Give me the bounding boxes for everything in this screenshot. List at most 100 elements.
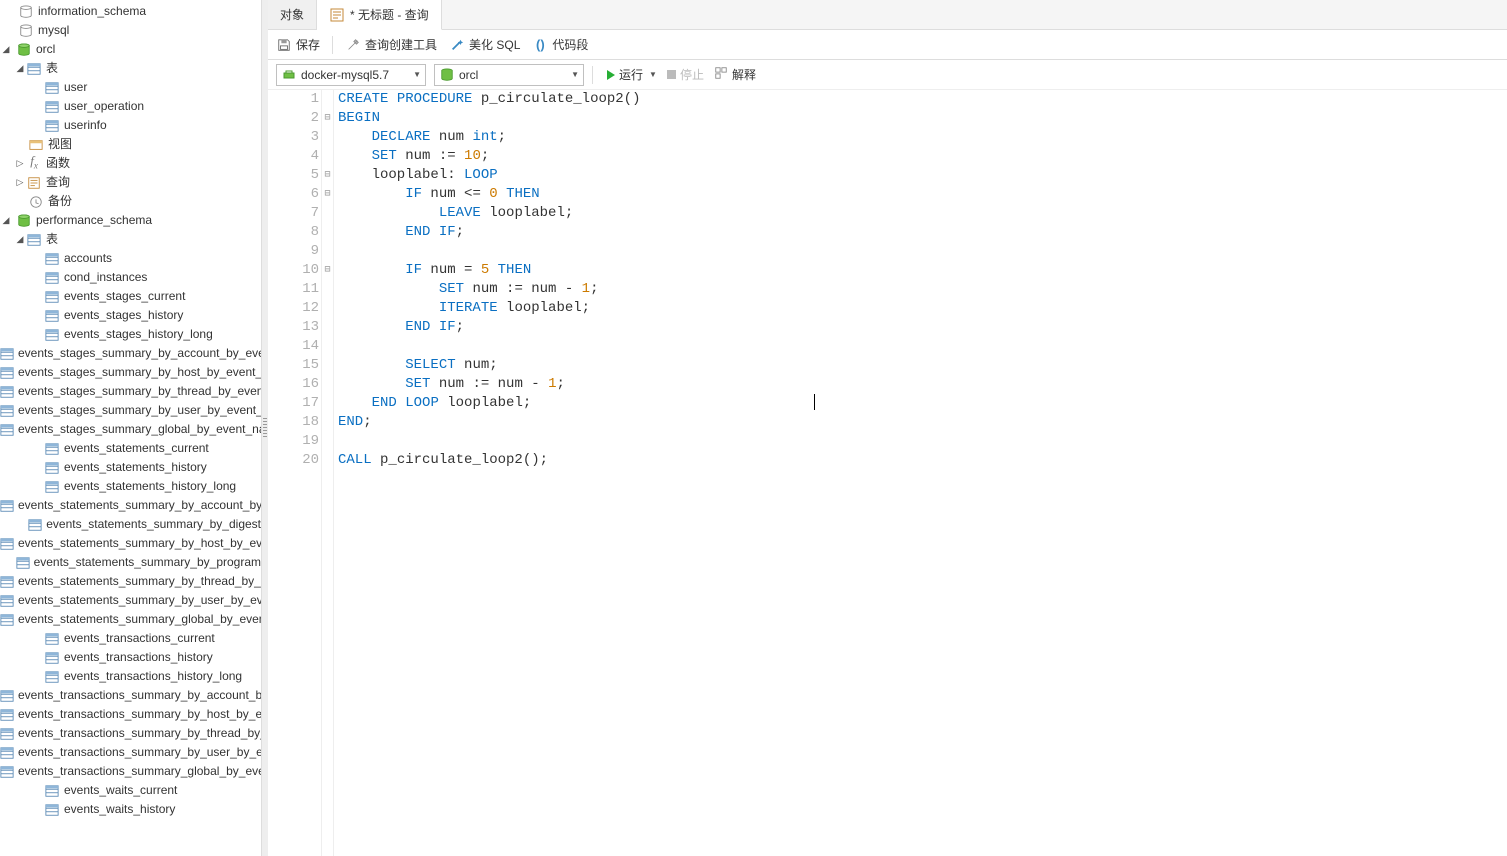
sidebar-table-item[interactable]: events_waits_history — [0, 800, 261, 819]
sidebar-table-user-operation[interactable]: user_operation — [0, 97, 261, 116]
tab-query[interactable]: * 无标题 - 查询 — [317, 0, 442, 30]
separator — [592, 66, 593, 84]
sidebar-table-item[interactable]: events_waits_current — [0, 781, 261, 800]
table-icon — [0, 346, 14, 362]
sidebar-item-label: events_stages_summary_by_account_by_even… — [18, 344, 261, 363]
sidebar-table-item[interactable]: events_stages_summary_by_thread_by_event… — [0, 382, 261, 401]
sidebar-table-item[interactable]: events_statements_current — [0, 439, 261, 458]
sidebar-table-item[interactable]: events_statements_summary_by_thread_by_e… — [0, 572, 261, 591]
sidebar-item-label: mysql — [38, 21, 69, 40]
collapse-icon[interactable]: ▷ — [14, 177, 26, 189]
table-icon — [44, 289, 60, 305]
connection-select[interactable]: docker-mysql5.7 ▼ — [276, 64, 426, 86]
sidebar-table-item[interactable]: events_stages_summary_by_host_by_event_n… — [0, 363, 261, 382]
sidebar-table-item[interactable]: events_statements_summary_by_host_by_eve… — [0, 534, 261, 553]
expand-icon[interactable]: ◢ — [0, 44, 12, 56]
code-area[interactable]: CREATE PROCEDURE p_circulate_loop2() BEG… — [334, 90, 1507, 856]
explain-button[interactable]: 解释 — [714, 66, 756, 83]
table-icon — [0, 688, 14, 704]
run-button[interactable]: 运行 ▼ — [607, 66, 657, 83]
sidebar-table-item[interactable]: events_statements_summary_by_account_by_… — [0, 496, 261, 515]
sidebar-item-label: events_statements_summary_by_thread_by_e… — [18, 572, 261, 591]
query-builder-button[interactable]: 查询创建工具 — [345, 36, 437, 53]
sidebar-backup[interactable]: 备份 — [0, 192, 261, 211]
sidebar-table-item[interactable]: events_statements_summary_by_program — [0, 553, 261, 572]
sidebar-table-item[interactable]: events_statements_summary_by_user_by_eve… — [0, 591, 261, 610]
connection-value: docker-mysql5.7 — [301, 68, 389, 82]
sidebar-item-label: events_transactions_summary_by_host_by_e… — [18, 705, 261, 724]
sidebar-views[interactable]: 视图 — [0, 135, 261, 154]
sidebar-table-item[interactable]: events_stages_summary_by_user_by_event_n… — [0, 401, 261, 420]
sidebar-item-label: 表 — [46, 230, 58, 249]
sidebar-db-performance-schema[interactable]: ◢ performance_schema — [0, 211, 261, 230]
expand-icon[interactable]: ◢ — [0, 215, 12, 227]
sidebar-item-label: events_statements_summary_by_account_by_… — [18, 496, 261, 515]
database-icon — [16, 42, 32, 58]
sidebar-table-item[interactable]: events_stages_history_long — [0, 325, 261, 344]
sidebar-table-item[interactable]: cond_instances — [0, 268, 261, 287]
sidebar-table-item[interactable]: events_transactions_current — [0, 629, 261, 648]
sidebar-table-item[interactable]: events_statements_summary_by_digest — [0, 515, 261, 534]
sidebar-table-item[interactable]: events_stages_summary_global_by_event_na… — [0, 420, 261, 439]
fold-column: ⊟⊟⊟⊟ — [322, 90, 334, 856]
expand-icon[interactable]: ◢ — [14, 234, 26, 246]
connection-icon — [281, 67, 297, 83]
sidebar-db-information-schema[interactable]: information_schema — [0, 2, 261, 21]
collapse-icon[interactable]: ▷ — [14, 158, 26, 170]
sidebar-table-item[interactable]: events_stages_current — [0, 287, 261, 306]
wand-icon — [449, 37, 465, 53]
sidebar-table-item[interactable]: events_transactions_summary_global_by_ev… — [0, 762, 261, 781]
table-icon — [44, 308, 60, 324]
sidebar-item-label: events_statements_summary_by_program — [34, 553, 261, 572]
sidebar-functions[interactable]: ▷ fx 函数 — [0, 154, 261, 173]
function-icon: fx — [26, 156, 42, 172]
sidebar-table-user[interactable]: user — [0, 78, 261, 97]
snippet-button[interactable]: () 代码段 — [532, 36, 588, 53]
sidebar-table-item[interactable]: events_transactions_history — [0, 648, 261, 667]
sidebar-item-label: events_statements_summary_by_digest — [46, 515, 261, 534]
sidebar-db-mysql[interactable]: mysql — [0, 21, 261, 40]
tool-label: 美化 SQL — [469, 36, 520, 53]
line-gutter: 1234567891011121314151617181920 — [268, 90, 322, 856]
sidebar-table-item[interactable]: events_transactions_summary_by_account_b… — [0, 686, 261, 705]
sidebar-item-label: information_schema — [38, 2, 146, 21]
table-icon — [44, 460, 60, 476]
query-icon — [26, 175, 42, 191]
explain-icon — [714, 66, 728, 83]
table-icon — [0, 498, 14, 514]
sidebar-perf-tables-group[interactable]: ◢ 表 — [0, 230, 261, 249]
expand-icon[interactable]: ◢ — [14, 63, 26, 75]
sidebar-item-label: events_stages_summary_by_user_by_event_n… — [18, 401, 261, 420]
sidebar-item-label: events_waits_history — [64, 800, 175, 819]
sidebar-table-item[interactable]: events_statements_summary_global_by_even… — [0, 610, 261, 629]
sidebar-table-item[interactable]: events_stages_history — [0, 306, 261, 325]
sidebar-db-orcl[interactable]: ◢ orcl — [0, 40, 261, 59]
table-icon — [44, 783, 60, 799]
sidebar-table-item[interactable]: events_transactions_history_long — [0, 667, 261, 686]
connection-bar: docker-mysql5.7 ▼ orcl ▼ 运行 ▼ 停止 — [268, 60, 1507, 90]
sidebar-tables-group[interactable]: ◢ 表 — [0, 59, 261, 78]
sidebar-item-label: events_transactions_summary_by_thread_by… — [18, 724, 261, 743]
sidebar-table-item[interactable]: events_transactions_summary_by_user_by_e… — [0, 743, 261, 762]
database-select[interactable]: orcl ▼ — [434, 64, 584, 86]
save-button[interactable]: 保存 — [276, 36, 320, 53]
sidebar-table-item[interactable]: events_statements_history — [0, 458, 261, 477]
stop-button[interactable]: 停止 — [667, 66, 704, 83]
beautify-sql-button[interactable]: 美化 SQL — [449, 36, 520, 53]
sidebar-item-label: events_statements_summary_by_host_by_eve… — [18, 534, 261, 553]
sidebar-table-item[interactable]: accounts — [0, 249, 261, 268]
sidebar-table-userinfo[interactable]: userinfo — [0, 116, 261, 135]
sidebar-table-item[interactable]: events_stages_summary_by_account_by_even… — [0, 344, 261, 363]
play-icon — [607, 70, 615, 80]
tab-objects[interactable]: 对象 — [268, 0, 317, 29]
sidebar-table-item[interactable]: events_transactions_summary_by_host_by_e… — [0, 705, 261, 724]
sidebar-item-label: events_transactions_history_long — [64, 667, 242, 686]
sidebar-item-label: events_statements_summary_by_user_by_eve… — [18, 591, 261, 610]
sidebar-table-item[interactable]: events_transactions_summary_by_thread_by… — [0, 724, 261, 743]
sidebar-queries[interactable]: ▷ 查询 — [0, 173, 261, 192]
table-icon — [44, 631, 60, 647]
sidebar-table-item[interactable]: events_statements_history_long — [0, 477, 261, 496]
code-editor[interactable]: 1234567891011121314151617181920 ⊟⊟⊟⊟ CRE… — [268, 90, 1507, 856]
text-cursor — [814, 394, 815, 410]
table-icon — [28, 517, 42, 533]
